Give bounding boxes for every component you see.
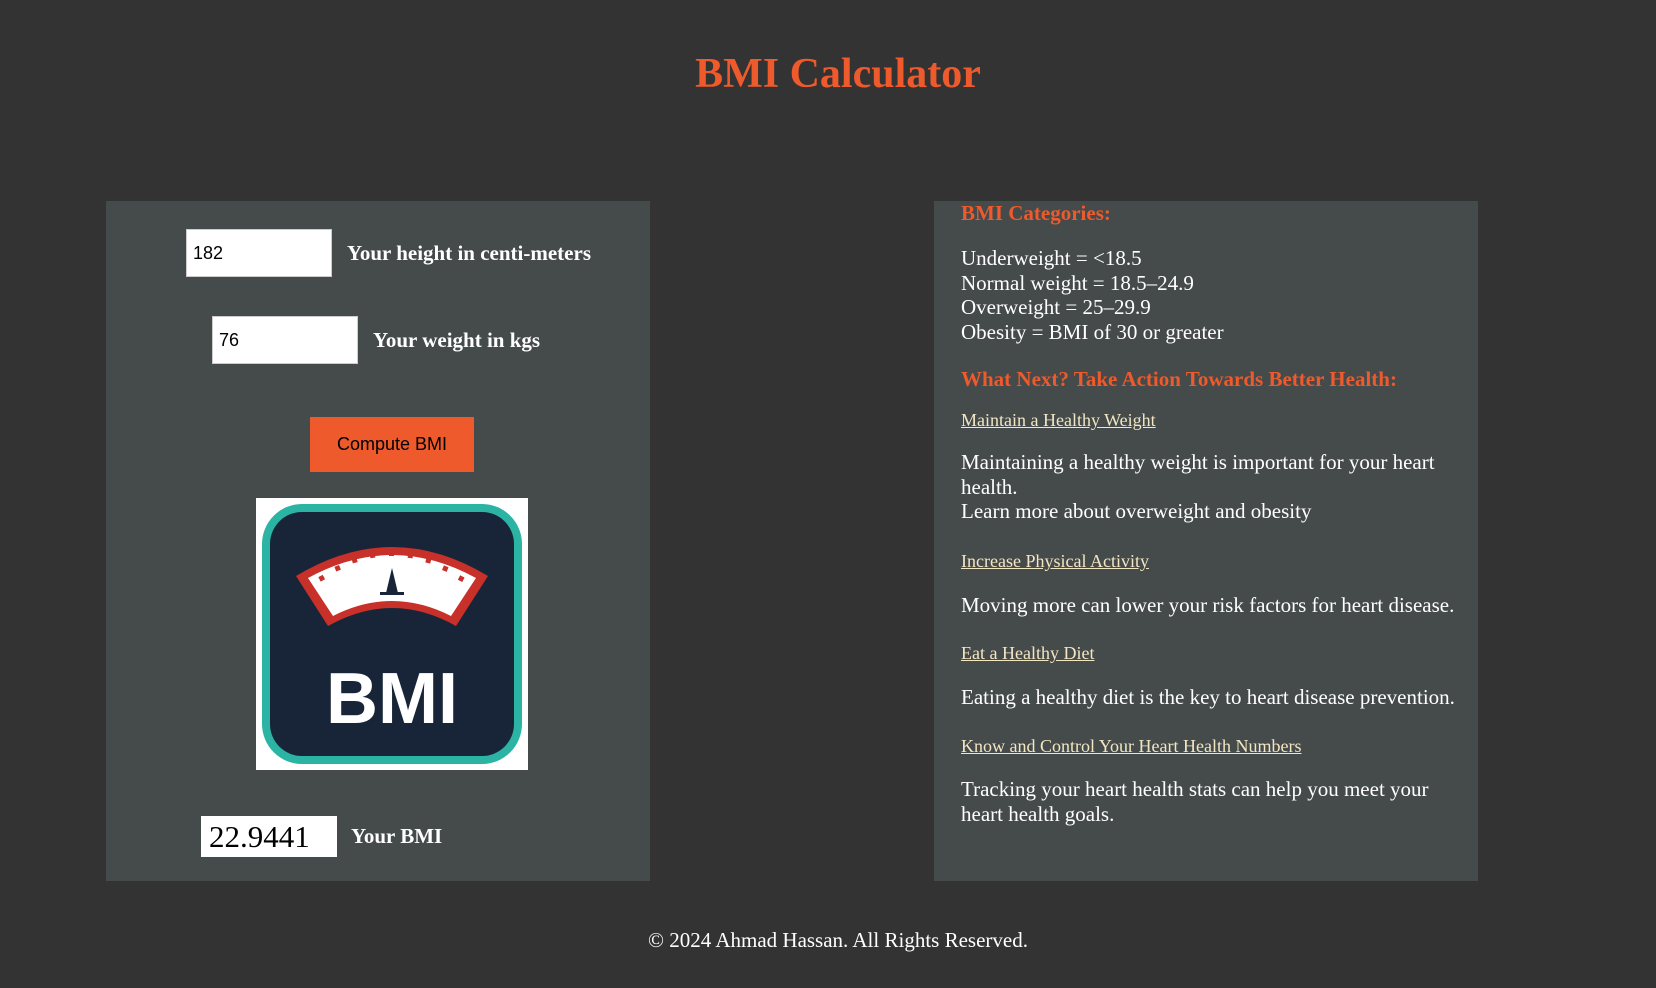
bmi-scale-icon: BMI xyxy=(262,504,522,764)
bmi-result-value: 22.9441 xyxy=(201,816,337,857)
category-item: Normal weight = 18.5–24.9 xyxy=(961,270,1194,295)
link-increase-physical-activity[interactable]: Increase Physical Activity xyxy=(961,549,1149,574)
bmi-logo-image: BMI xyxy=(256,498,528,770)
weight-row: Your weight in kgs xyxy=(212,316,540,364)
height-label: Your height in centi-meters xyxy=(347,240,591,265)
logo-text: BMI xyxy=(326,659,458,739)
categories-list: Underweight = <18.5 Normal weight = 18.5… xyxy=(961,246,1224,344)
bmi-result-label: Your BMI xyxy=(351,824,443,848)
action-description: Tracking your heart health stats can hel… xyxy=(961,777,1429,826)
action-description: Moving more can lower your risk factors … xyxy=(961,593,1455,617)
calculator-panel: Your height in centi-meters Your weight … xyxy=(106,201,650,881)
categories-heading: BMI Categories: xyxy=(961,201,1111,225)
link-eat-healthy-diet[interactable]: Eat a Healthy Diet xyxy=(961,641,1094,666)
category-item: Underweight = <18.5 xyxy=(961,246,1142,270)
action-description: Eating a healthy diet is the key to hear… xyxy=(961,685,1455,709)
category-item: Obesity = BMI of 30 or greater xyxy=(961,319,1224,344)
link-heart-health-numbers[interactable]: Know and Control Your Heart Health Numbe… xyxy=(961,734,1301,759)
weight-label: Your weight in kgs xyxy=(373,327,541,352)
link-maintain-healthy-weight[interactable]: Maintain a Healthy Weight xyxy=(961,408,1156,433)
height-input[interactable] xyxy=(186,229,332,277)
weight-input[interactable] xyxy=(212,316,358,364)
height-row: Your height in centi-meters xyxy=(186,229,591,277)
actions-heading: What Next? Take Action Towards Better He… xyxy=(961,367,1397,391)
result-row: 22.9441 Your BMI xyxy=(201,816,442,857)
page-title: BMI Calculator xyxy=(695,51,981,97)
info-panel: BMI Categories: Underweight = <18.5 Norm… xyxy=(934,201,1478,881)
action-description: Maintaining a healthy weight is importan… xyxy=(961,450,1435,499)
action-extra-text: Learn more about overweight and obesity xyxy=(961,499,1312,523)
footer-copyright: © 2024 Ahmad Hassan. All Rights Reserved… xyxy=(648,928,1028,952)
compute-bmi-button[interactable]: Compute BMI xyxy=(310,417,474,472)
category-item: Overweight = 25–29.9 xyxy=(961,295,1151,319)
